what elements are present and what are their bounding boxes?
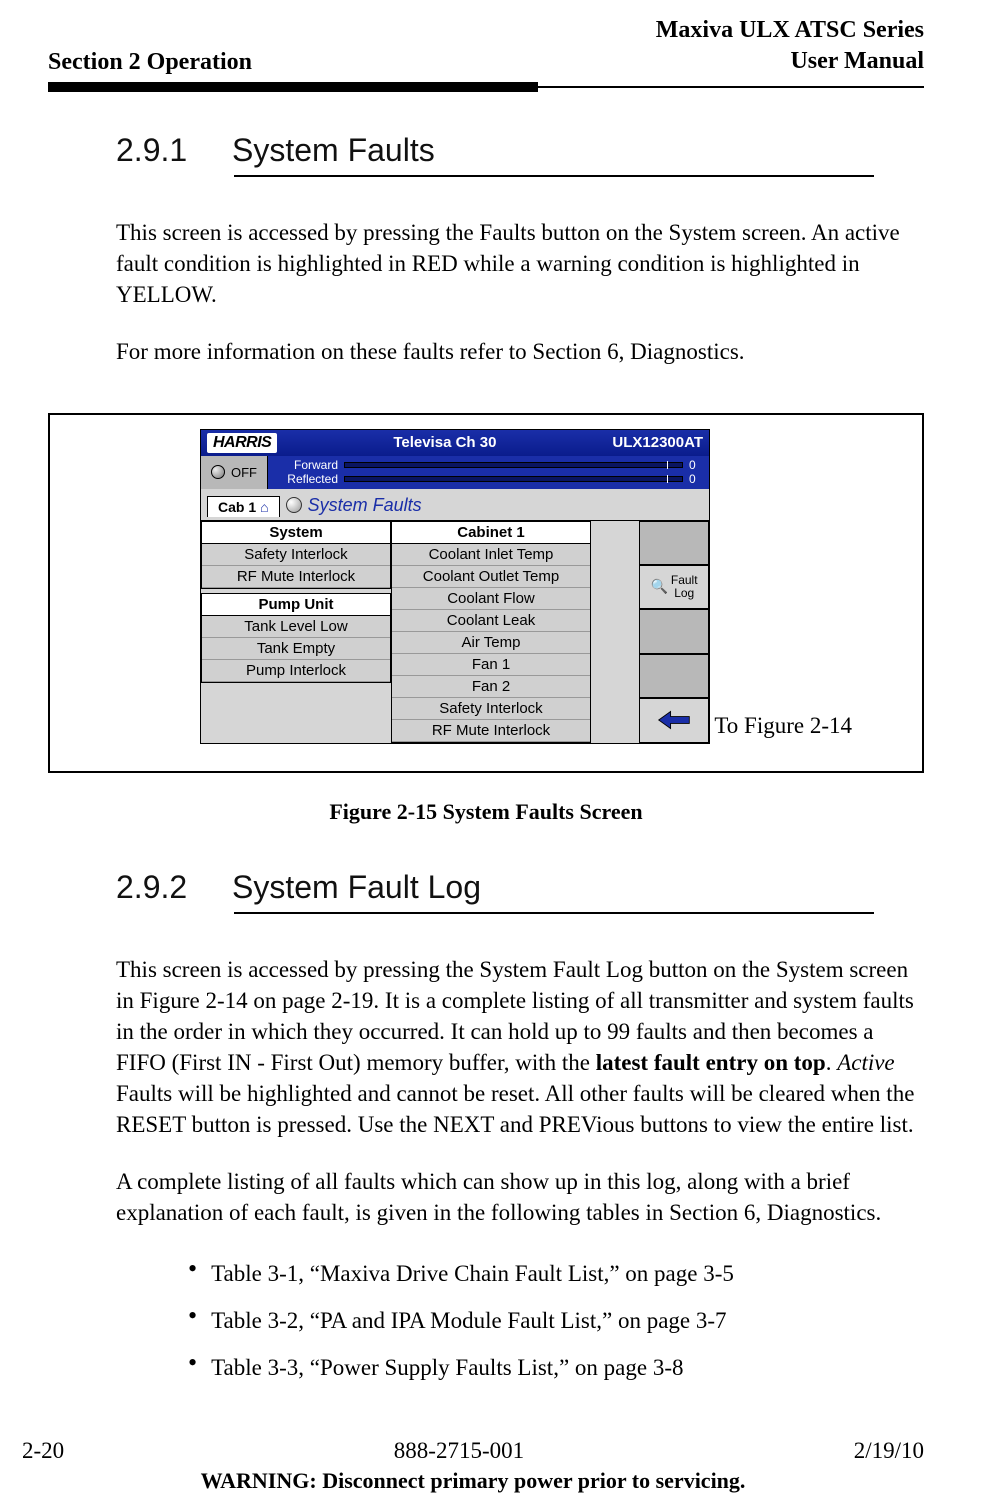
harris-logo: HARRIS: [207, 433, 277, 453]
system-group: System Safety Interlock RF Mute Interloc…: [201, 521, 391, 589]
fault-item: Coolant Outlet Temp: [392, 566, 590, 588]
side-button-empty[interactable]: [639, 654, 709, 698]
section-rule: [234, 175, 874, 177]
fault-item: Tank Empty: [202, 638, 390, 660]
shot-model: ULX12300AT: [612, 434, 703, 451]
sec2-para2: A complete listing of all faults which c…: [116, 1166, 916, 1228]
fault-item: Safety Interlock: [202, 544, 390, 566]
off-label: OFF: [231, 465, 257, 480]
fault-item: Coolant Flow: [392, 588, 590, 610]
figure-annotation: To Figure 2-14: [714, 713, 852, 739]
page-footer: 2-20 888-2715-001 2/19/10 WARNING: Disco…: [0, 1438, 982, 1494]
fault-item: Coolant Inlet Temp: [392, 544, 590, 566]
fault-item: RF Mute Interlock: [392, 720, 590, 742]
sec1-para1: This screen is accessed by pressing the …: [116, 217, 916, 310]
sec2-para1: This screen is accessed by pressing the …: [116, 954, 916, 1140]
fault-item: Fan 2: [392, 676, 590, 698]
bullet-icon: •: [188, 1350, 197, 1387]
section-title: System Faults: [232, 132, 435, 169]
shot-title: Televisa Ch 30: [305, 434, 584, 451]
shot-tabbar: Cab 1 ⌂ System Faults: [201, 489, 709, 520]
fault-item: Safety Interlock: [392, 698, 590, 720]
side-button-empty[interactable]: [639, 609, 709, 653]
sec1-para2: For more information on these faults ref…: [116, 336, 916, 367]
bullet-icon: •: [188, 1303, 197, 1340]
shot-main: System Safety Interlock RF Mute Interloc…: [201, 520, 709, 743]
section-title: System Fault Log: [232, 869, 481, 906]
magnifier-icon: 🔍: [650, 579, 667, 594]
side-button-empty[interactable]: [639, 521, 709, 565]
text-run: .: [826, 1050, 838, 1075]
off-led-icon: [211, 465, 225, 479]
shot-titlebar: HARRIS Televisa Ch 30 ULX12300AT: [201, 430, 709, 456]
bullet-icon: •: [188, 1256, 197, 1293]
text-run: Faults will be highlighted and cannot be…: [116, 1081, 914, 1137]
section-rule: [234, 912, 874, 914]
tab-label: Cab 1: [218, 499, 256, 515]
section-number: 2.9.1: [116, 132, 196, 169]
fault-item: Tank Level Low: [202, 616, 390, 638]
fault-item: RF Mute Interlock: [202, 566, 390, 588]
screen-title: System Faults: [286, 493, 422, 520]
list-item: • Table 3-2, “PA and IPA Module Fault Li…: [188, 1303, 924, 1340]
list-item-text: Table 3-3, “Power Supply Faults List,” o…: [211, 1350, 683, 1387]
section-2-9-1-heading: 2.9.1 System Faults: [116, 132, 924, 169]
pump-header: Pump Unit: [202, 594, 390, 616]
fault-item: Air Temp: [392, 632, 590, 654]
back-arrow-icon: [657, 709, 691, 731]
fault-item: Coolant Leak: [392, 610, 590, 632]
emphasis-strong: latest fault entry on top: [596, 1050, 826, 1075]
off-indicator: OFF: [201, 456, 268, 489]
forward-label: Forward: [274, 458, 338, 472]
reflected-label: Reflected: [274, 472, 338, 486]
header-rule-thin: [48, 86, 924, 88]
list-item-text: Table 3-2, “PA and IPA Module Fault List…: [211, 1303, 726, 1340]
power-meters: Forward 0 Reflected 0: [268, 456, 709, 489]
list-item: • Table 3-3, “Power Supply Faults List,”…: [188, 1350, 924, 1387]
section-2-9-2-heading: 2.9.2 System Fault Log: [116, 869, 924, 906]
list-item: • Table 3-1, “Maxiva Drive Chain Fault L…: [188, 1256, 924, 1293]
figure-frame: HARRIS Televisa Ch 30 ULX12300AT OFF For…: [48, 413, 924, 773]
fault-columns: System Safety Interlock RF Mute Interloc…: [201, 521, 639, 743]
screen-title-text: System Faults: [308, 495, 422, 516]
pump-group: Pump Unit Tank Level Low Tank Empty Pump…: [201, 593, 391, 683]
fault-item: Fan 1: [392, 654, 590, 676]
status-led-icon: [286, 497, 302, 513]
fault-log-button[interactable]: 🔍 Fault Log: [639, 565, 709, 609]
product-name: Maxiva ULX ATSC Series: [656, 16, 924, 45]
section-header: Section 2 Operation: [48, 49, 252, 76]
revision-date: 2/19/10: [854, 1438, 924, 1464]
reflected-bar: [344, 476, 683, 482]
forward-bar: [344, 462, 683, 468]
fault-item: Pump Interlock: [202, 660, 390, 682]
fault-log-label: Fault Log: [671, 574, 698, 600]
tab-cab1[interactable]: Cab 1 ⌂: [207, 496, 280, 517]
emphasis-italic: Active: [837, 1050, 894, 1075]
reflected-value: 0: [689, 472, 703, 486]
side-buttons: 🔍 Fault Log: [639, 521, 709, 743]
table-reference-list: • Table 3-1, “Maxiva Drive Chain Fault L…: [188, 1256, 924, 1386]
warning-text: WARNING: Disconnect primary power prior …: [22, 1468, 924, 1494]
forward-value: 0: [689, 458, 703, 472]
system-header: System: [202, 522, 390, 544]
back-button[interactable]: [639, 698, 709, 742]
system-faults-screenshot: HARRIS Televisa Ch 30 ULX12300AT OFF For…: [200, 429, 710, 744]
cabinet-group: Cabinet 1 Coolant Inlet Temp Coolant Out…: [391, 521, 591, 743]
home-icon: ⌂: [260, 499, 268, 515]
figure-caption: Figure 2-15 System Faults Screen: [48, 799, 924, 825]
shot-statusbar: OFF Forward 0 Reflected 0: [201, 456, 709, 489]
section-number: 2.9.2: [116, 869, 196, 906]
page-number: 2-20: [22, 1438, 64, 1464]
document-number: 888-2715-001: [394, 1438, 524, 1464]
list-item-text: Table 3-1, “Maxiva Drive Chain Fault Lis…: [211, 1256, 734, 1293]
cabinet-header: Cabinet 1: [392, 522, 590, 544]
doc-type: User Manual: [656, 47, 924, 76]
